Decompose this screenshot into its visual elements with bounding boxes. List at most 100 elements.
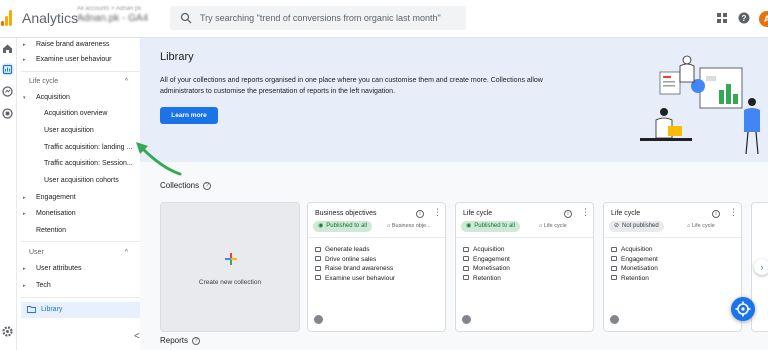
library-hero: Library All of your collections and repo… — [140, 38, 768, 162]
collection-topics-list: Generate leads Drive online sales Raise … — [315, 245, 395, 283]
search-input[interactable] — [200, 11, 460, 25]
info-icon[interactable]: i — [564, 210, 572, 218]
help-icon[interactable]: ? — [192, 336, 201, 345]
owner-avatar — [610, 315, 619, 324]
library-illustration — [640, 55, 760, 155]
nav-item-traffic-acquisition-session[interactable]: Traffic acquisition: Session... — [17, 157, 140, 171]
nav-item-user-attributes[interactable]: ▸ User attributes — [17, 262, 140, 276]
account-selector[interactable]: All accounts > Adnan pk Adnan.pk - GA4 — [77, 6, 167, 24]
nav-item-user-acquisition[interactable]: User acquisition — [17, 124, 140, 138]
card-divider — [456, 237, 593, 238]
collections-title: Collections — [160, 181, 200, 190]
chevron-right-icon[interactable]: › — [754, 259, 768, 275]
list-item-label: Monetisation — [473, 265, 510, 272]
nav-item-library[interactable]: Library — [21, 302, 155, 318]
nav-item-label: User acquisition — [44, 127, 94, 134]
collection-card[interactable]: Business objectives i ⋮ ◉ Published to al… — [307, 202, 446, 332]
section-label: User — [29, 249, 44, 256]
collection-title: Life cycle — [611, 210, 641, 217]
fab-icon[interactable] — [731, 297, 755, 321]
side-navigation: ▸ Raise brand awareness ▸ Examine user b… — [17, 38, 155, 350]
reports-icon[interactable] — [1, 63, 14, 76]
list-item-label: Generate leads — [325, 246, 370, 253]
nav-item-acquisition-overview[interactable]: Acquisition overview — [17, 107, 140, 121]
list-item-label: Examine user behaviour — [325, 274, 396, 282]
list-item-label: Drive online sales — [325, 255, 377, 263]
folder-icon — [611, 256, 617, 262]
collection-card[interactable]: Life cycle i ⋮ ◉ Published to all ⌂ Life … — [455, 202, 594, 332]
advertising-icon[interactable] — [1, 107, 14, 120]
home-icon[interactable] — [1, 42, 14, 55]
plus-icon — [225, 253, 237, 265]
list-item: Drive online sales — [315, 255, 395, 265]
property-name: Adnan.pk - GA4 — [77, 13, 149, 24]
nav-item-raise-brand-awareness[interactable]: ▸ Raise brand awareness — [17, 38, 140, 52]
nav-item-label: User attributes — [36, 265, 82, 272]
reports-heading: Reports? — [160, 336, 201, 345]
nav-item-monetisation[interactable]: ▸ Monetisation — [17, 207, 140, 221]
help-icon[interactable]: ? — [738, 12, 750, 24]
status-label: Published to all — [474, 223, 515, 229]
explore-icon[interactable] — [1, 85, 14, 98]
status-badge: ◉ Published to all — [313, 221, 372, 232]
folder-icon — [611, 246, 617, 252]
nav-item-tech[interactable]: ▸ Tech — [17, 279, 140, 293]
folder-icon — [611, 265, 617, 271]
list-item-label: Acquisition — [473, 246, 505, 253]
collections-heading: Collections? — [160, 181, 212, 190]
list-item-label: Retention — [473, 274, 501, 282]
status-badge: ⊘ Not published — [609, 221, 664, 232]
page-title: Library — [160, 51, 194, 63]
avatar[interactable]: A — [759, 11, 768, 27]
account-breadcrumb: All accounts > Adnan pk — [77, 6, 142, 12]
folder-icon — [463, 256, 469, 262]
topic-label: ⌂ Life cycle — [687, 223, 715, 229]
nav-divider — [21, 297, 140, 298]
nav-item-acquisition[interactable]: ▾ Acquisition — [17, 91, 140, 105]
info-icon[interactable]: i — [416, 210, 424, 218]
list-item: Examine user behaviour — [315, 274, 395, 284]
nav-item-engagement[interactable]: ▸ Engagement — [17, 191, 140, 205]
info-icon[interactable]: i — [712, 210, 720, 218]
collapse-nav-button[interactable]: < — [134, 331, 140, 342]
nav-section-life-cycle[interactable]: Life cycle ^ — [17, 75, 140, 89]
svg-text:?: ? — [742, 14, 747, 23]
top-app-bar: Analytics All accounts > Adnan pk Adnan.… — [0, 0, 768, 38]
create-collection-card[interactable]: Create new collection — [160, 202, 300, 332]
chevron-up-icon: ^ — [124, 249, 128, 256]
nav-item-label: Traffic acquisition: Session... — [44, 160, 133, 167]
topic-text: Life cycle — [543, 223, 567, 229]
collection-card[interactable]: Life cycle i ⋮ ⊘ Not published ⌂ Life cyc… — [603, 202, 742, 332]
settings-icon[interactable] — [1, 325, 14, 338]
nav-item-examine-user-behaviour[interactable]: ▸ Examine user behaviour — [17, 53, 140, 67]
apps-grid-icon[interactable] — [716, 12, 728, 24]
nav-item-label: Raise brand awareness — [36, 41, 110, 48]
section-label: Life cycle — [29, 78, 59, 85]
library-description: All of your collections and reports orga… — [160, 77, 543, 95]
nav-item-user-acquisition-cohorts[interactable]: User acquisition cohorts — [17, 174, 140, 188]
reports-title: Reports — [160, 336, 189, 345]
collection-topics-list: Acquisition Engagement Monetisation Rete… — [463, 245, 510, 283]
caret-down-icon: ▾ — [23, 95, 26, 101]
nav-item-retention[interactable]: Retention — [17, 224, 140, 238]
nav-item-label: User acquisition cohorts — [44, 177, 119, 184]
more-vert-icon[interactable]: ⋮ — [433, 208, 442, 217]
nav-divider — [21, 71, 140, 72]
nav-item-label: Examine user behaviour — [36, 56, 112, 63]
folder-icon — [27, 306, 36, 313]
more-vert-icon[interactable]: ⋮ — [581, 208, 590, 217]
help-icon[interactable]: ? — [203, 181, 212, 190]
more-vert-icon[interactable]: ⋮ — [729, 208, 738, 217]
collection-title: Life cycle — [463, 210, 493, 217]
search-bar[interactable] — [170, 6, 466, 30]
nav-section-user[interactable]: User ^ — [17, 246, 140, 260]
list-item: Engagement — [463, 255, 510, 265]
nav-item-label: Traffic acquisition: landing ... — [44, 144, 133, 151]
analytics-logo-icon[interactable] — [1, 10, 15, 26]
topic-label: ⌂ Business obje... — [387, 223, 431, 229]
list-item: Generate leads — [315, 245, 395, 255]
create-collection-label: Create new collection — [198, 279, 262, 286]
nav-item-traffic-acquisition-landing[interactable]: Traffic acquisition: landing ... — [17, 141, 140, 155]
folder-icon — [463, 265, 469, 271]
learn-more-button[interactable]: Learn more — [160, 107, 218, 124]
